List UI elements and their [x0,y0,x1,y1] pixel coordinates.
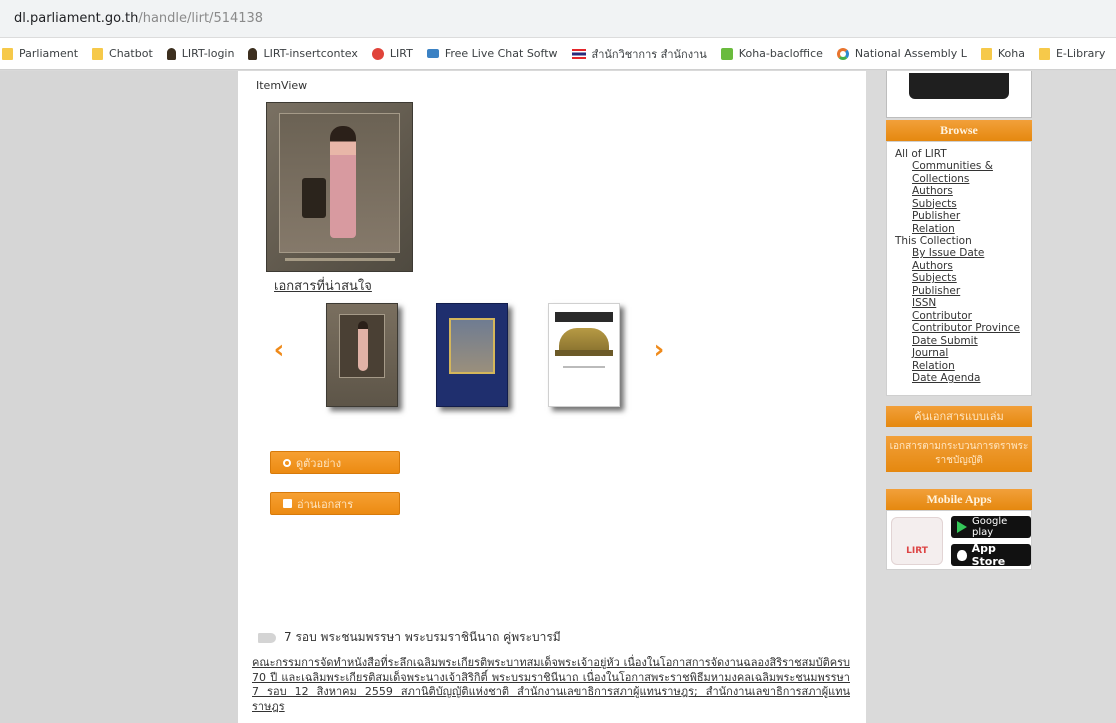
folder-icon [2,47,13,60]
browse-link-collections[interactable]: Collections [895,173,1031,186]
bookmark-koha[interactable]: Koha [980,47,1025,60]
lirt-logo-text: LIRT [906,546,928,556]
carousel-thumb-2[interactable] [436,303,508,407]
collection-link-date-agenda[interactable]: Date Agenda [895,372,1031,385]
thumb3-banner [555,312,613,322]
bookmark-chatbot[interactable]: Chatbot [92,47,153,60]
browse-header: Browse [886,120,1032,141]
read-button-label: อ่านเอกสาร [297,497,354,511]
left-gutter [0,71,238,723]
thumb3-line [563,366,605,368]
browse-link-publisher[interactable]: Publisher [895,210,1031,223]
related-items-carousel: ‹ › [268,301,688,413]
legislation-documents-button[interactable]: เอกสารตามกระบวนการตราพระราชบัญญัติ [886,436,1032,472]
browse-link-authors[interactable]: Authors [895,185,1031,198]
tablet-banner-image[interactable] [886,71,1032,118]
search-volume-button[interactable]: ค้นเอกสารแบบเล่ม [886,406,1032,427]
mobile-apps-panel: LIRT Google play App Store [886,510,1032,570]
collection-link-date-submit[interactable]: Date Submit [895,335,1031,348]
carousel-thumb-1[interactable] [326,303,398,407]
browse-group-collection: This Collection [895,235,972,247]
apple-icon [957,549,967,561]
collection-link-contributor-province[interactable]: Contributor Province [895,322,1031,335]
cover-portrait-frame [279,113,400,253]
interesting-documents-link[interactable]: เอกสารที่น่าสนใจ [274,275,372,296]
bookmark-lirt[interactable]: LIRT [371,47,413,60]
collection-link-subjects[interactable]: Subjects [895,272,1031,285]
carousel-thumb-3[interactable] [548,303,620,407]
read-document-button[interactable]: อ่านเอกสาร [270,492,400,515]
bookmark-academic-office[interactable]: สำนักวิชาการ สำนักงาน [571,45,707,63]
google-play-label: Google play [972,516,1008,538]
bookmark-parliament[interactable]: Parliament [2,47,78,60]
collection-link-relation[interactable]: Relation [895,360,1031,373]
carousel-next-arrow-icon[interactable]: › [652,337,666,363]
thai-flag-icon [571,48,586,59]
cover-figure [330,126,356,238]
item-description-link[interactable]: คณะกรรมการจัดทำหนังสือที่ระลึกเฉลิมพระเก… [252,656,850,714]
itemview-label: ItemView [256,79,308,92]
main-content: ItemView เอกสารที่น่าสนใจ ‹ › ดูตัวอย่าง… [238,71,866,723]
chat-icon [426,49,439,58]
browse-group-all: All of LIRT [895,148,947,160]
bookmarks-bar: Parliament Chatbot LIRT-login LIRT-inser… [0,38,1116,70]
item-cover-image[interactable] [266,102,413,272]
red-circle-icon [371,47,384,60]
carousel-prev-arrow-icon[interactable]: ‹ [272,337,286,363]
right-sidebar: Browse All of LIRT Communities & Collect… [866,71,1116,723]
item-subject: 7 รอบ พระชนมพรรษา พระบรมราชินีนาถ คู่พระ… [258,628,561,647]
preview-button[interactable]: ดูตัวอย่าง [270,451,400,474]
cover-caption [285,258,395,261]
page-viewport: ItemView เอกสารที่น่าสนใจ ‹ › ดูตัวอย่าง… [0,71,1116,723]
person-icon [248,47,258,60]
bookmark-e-library[interactable]: E-Library [1038,47,1105,60]
document-icon [283,499,292,508]
collection-link-contributor[interactable]: Contributor [895,310,1031,323]
bookmark-koha-backoffice[interactable]: Koha-bacloffice [720,47,823,60]
url-text[interactable]: dl.parliament.go.th/handle/lirt/514138 [14,11,263,26]
preview-button-label: ดูตัวอย่าง [296,456,342,470]
cover-table [302,178,326,218]
tablet-device [909,73,1009,99]
bookmark-lirt-login[interactable]: LIRT-login [166,47,234,60]
folder-icon [1038,47,1050,60]
subject-text: 7 รอบ พระชนมพรรษา พระบรมราชินีนาถ คู่พระ… [284,630,561,644]
folder-icon [92,47,104,60]
person-icon [166,47,176,60]
tag-icon [258,632,276,643]
address-bar[interactable]: dl.parliament.go.th/handle/lirt/514138 [0,0,1116,38]
collection-link-journal[interactable]: Journal [895,347,1031,360]
search-icon [283,458,291,467]
mobile-apps-header: Mobile Apps [886,489,1032,510]
google-play-badge[interactable]: Google play [951,516,1031,538]
google-play-icon [957,521,967,533]
app-store-label: App Store [971,542,1006,568]
collection-link-issue-date[interactable]: By Issue Date [895,247,1031,260]
bookmark-national-assembly[interactable]: National Assembly L [836,47,967,60]
koha-icon [720,47,733,60]
thumb3-building [559,328,609,350]
collection-link-publisher[interactable]: Publisher [895,285,1031,298]
thumb3-base [555,350,613,356]
browse-link-relation[interactable]: Relation [895,223,1031,236]
browse-link-subjects[interactable]: Subjects [895,198,1031,211]
collection-link-authors[interactable]: Authors [895,260,1031,273]
bookmark-free-live-chat[interactable]: Free Live Chat Softw [426,47,558,60]
bookmark-lirt-insertcontex[interactable]: LIRT-insertcontex [248,47,358,60]
app-store-badge[interactable]: App Store [951,542,1031,568]
browse-panel: All of LIRT Communities & Collections Au… [886,141,1032,396]
collection-link-issn[interactable]: ISSN [895,297,1031,310]
folder-icon [980,47,992,60]
lirt-app-logo[interactable]: LIRT [891,517,943,565]
globe-icon [836,47,849,60]
browse-link-communities[interactable]: Communities & [895,160,1031,173]
